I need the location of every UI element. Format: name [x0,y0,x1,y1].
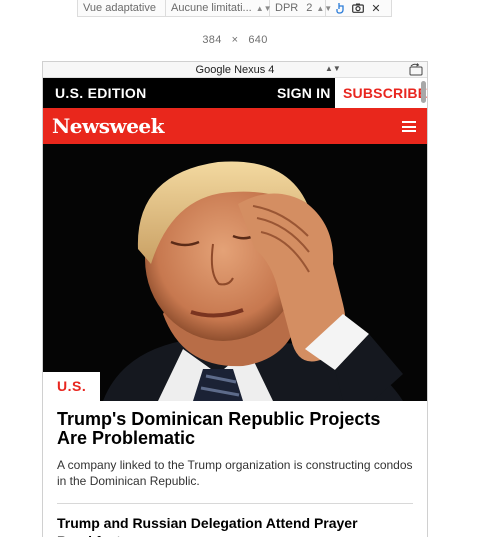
mode-label: Vue adaptative [83,2,156,14]
viewport-size-readout: 384 × 640 [0,34,470,46]
newsweek-logo[interactable]: Newsweek [52,114,165,138]
article-dek: A company linked to the Trump organizati… [57,458,413,488]
dpr-value: 2 [306,2,313,14]
viewport-width: 384 [202,34,222,46]
hero-image[interactable]: U.S. [43,144,427,401]
scrollbar[interactable] [421,81,426,103]
throttle-select[interactable]: Aucune limitati... ▲▼ [166,0,272,16]
lead-article: Trump's Dominican Republic Projects Are … [43,401,427,537]
signin-link[interactable]: SIGN IN [277,85,331,101]
dpr-select[interactable]: DPR 2 ▲▼ [270,0,332,16]
site-header: Newsweek [43,108,427,144]
touch-icon[interactable] [333,1,347,15]
hamburger-menu-icon[interactable] [402,121,416,132]
responsive-design-toolbar: Vue adaptative Aucune limitati... ▲▼ DPR… [77,0,392,17]
select-arrows-icon: ▲▼ [325,64,341,73]
dpr-label: DPR [275,2,299,14]
edition-link[interactable]: U.S. EDITION [43,85,147,101]
throttle-label: Aucune limitati... [171,2,252,14]
mode-select[interactable]: Vue adaptative [78,0,166,16]
viewport-times-sign: × [231,34,239,46]
viewport-height: 640 [248,34,268,46]
device-name: Google Nexus 4 [195,63,275,76]
edition-bar: U.S. EDITION SIGN IN SUBSCRIBE [43,78,427,108]
subscribe-button[interactable]: SUBSCRIBE [335,78,427,108]
device-selector[interactable]: Google Nexus 4 ▲▼ [43,62,427,78]
device-frame: Google Nexus 4 ▲▼ U.S. EDITION SIGN IN S… [42,61,428,537]
article-headline[interactable]: Trump's Dominican Republic Projects Are … [57,410,413,448]
section-badge[interactable]: U.S. [43,372,101,401]
close-icon[interactable]: ✕ [369,1,383,15]
rotate-icon[interactable] [407,63,425,76]
next-article-headline[interactable]: Trump and Russian Delegation Attend Pray… [57,514,413,537]
divider [57,503,413,504]
camera-icon[interactable] [351,1,365,15]
tool-buttons: ✕ [326,0,390,16]
portrait-illustration [43,144,427,401]
